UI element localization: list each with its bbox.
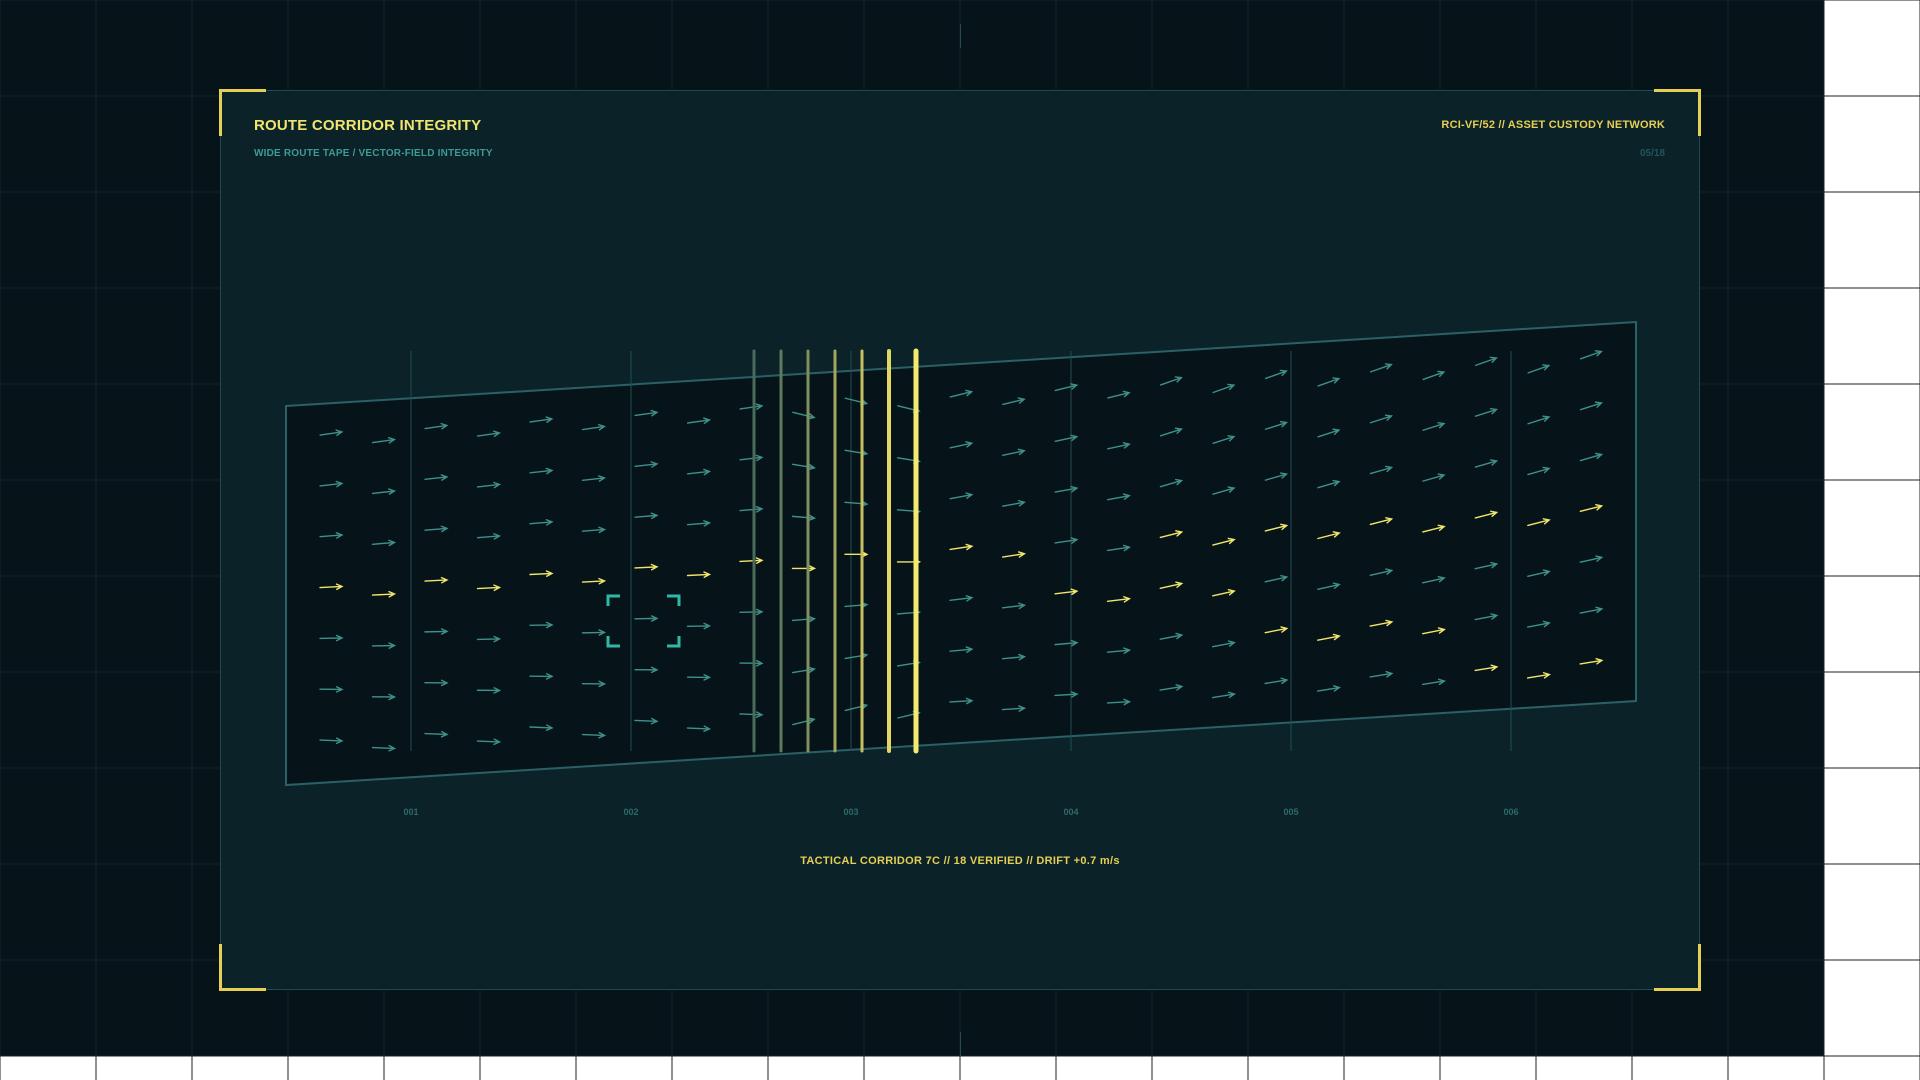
corridor-status: TACTICAL CORRIDOR 7C // 18 VERIFIED // D… xyxy=(800,855,1120,867)
bottom-tick-mark xyxy=(960,1032,961,1056)
tape-outline xyxy=(285,320,1637,787)
segment-label: 001 xyxy=(403,807,418,817)
segment-label: 004 xyxy=(1063,807,1078,817)
segment-label: 003 xyxy=(843,807,858,817)
segment-label: 002 xyxy=(623,807,638,817)
corridor-panel: ROUTE CORRIDOR INTEGRITY WIDE ROUTE TAPE… xyxy=(219,89,1701,991)
segment-label: 006 xyxy=(1503,807,1518,817)
top-tick-mark xyxy=(960,24,961,48)
display-screen: ROUTE CORRIDOR INTEGRITY WIDE ROUTE TAPE… xyxy=(0,0,1824,1056)
segment-label: 005 xyxy=(1283,807,1298,817)
